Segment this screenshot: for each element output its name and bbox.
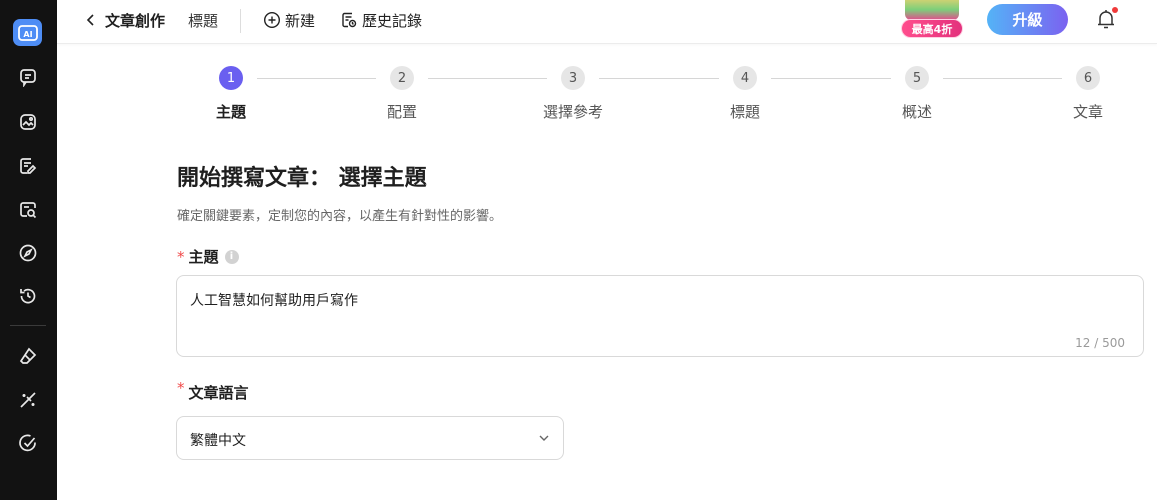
step-2[interactable]: 2 配置	[362, 66, 442, 122]
step-number: 4	[733, 66, 757, 90]
svg-text:AI: AI	[23, 30, 32, 39]
character-count: 12 / 500	[1075, 336, 1125, 350]
chat-icon[interactable]	[15, 64, 41, 90]
step-connector	[428, 78, 547, 79]
step-label: 文章	[1072, 103, 1103, 121]
required-mark: *	[177, 378, 185, 397]
language-label-text: 文章語言	[188, 384, 249, 402]
language-select[interactable]: 繁體中文	[176, 416, 564, 460]
step-5[interactable]: 5 概述	[877, 66, 957, 122]
step-label: 主題	[215, 103, 246, 121]
step-number: 3	[561, 66, 585, 90]
required-mark: *	[177, 247, 185, 266]
topic-input-value[interactable]: 人工智慧如何幫助用戶寫作	[190, 290, 358, 310]
step-connector	[599, 78, 719, 79]
step-3[interactable]: 3 選擇參考	[533, 66, 613, 122]
search-review-icon[interactable]	[15, 197, 41, 223]
step-4[interactable]: 4 標題	[705, 66, 785, 122]
compass-icon[interactable]	[15, 240, 41, 266]
step-number: 2	[390, 66, 414, 90]
app-logo-icon[interactable]: AI	[13, 19, 42, 46]
language-select-value: 繁體中文	[190, 433, 246, 449]
step-number: 1	[219, 66, 243, 90]
step-connector	[943, 78, 1062, 79]
topic-label: * 主題 i	[177, 246, 239, 267]
step-number: 6	[1076, 66, 1100, 90]
step-label: 選擇參考	[542, 103, 603, 121]
step-label: 概述	[901, 103, 932, 121]
step-1[interactable]: 1 主題	[191, 66, 271, 122]
check-circle-icon[interactable]	[15, 430, 41, 456]
form-title: 開始撰寫文章： 選擇主題	[177, 166, 427, 191]
history-icon[interactable]	[15, 283, 41, 309]
sidebar-divider	[10, 325, 46, 326]
topic-textarea[interactable]: 人工智慧如何幫助用戶寫作 12 / 500	[176, 275, 1144, 357]
topic-label-text: 主題	[188, 248, 219, 266]
step-label: 標題	[729, 103, 760, 121]
edit-document-icon[interactable]	[15, 153, 41, 179]
step-number: 5	[905, 66, 929, 90]
info-icon[interactable]: i	[224, 249, 239, 264]
progress-stepper: 1 主題 2 配置 3 選擇參考 4 標題 5 概述 6 文章	[57, 0, 1157, 130]
language-label: * 文章語言	[177, 378, 249, 403]
step-connector	[257, 78, 376, 79]
magic-pen-icon[interactable]	[15, 387, 41, 413]
eraser-icon[interactable]	[15, 343, 41, 369]
sidebar: AI	[0, 0, 57, 500]
chevron-down-icon	[539, 435, 549, 441]
form-description: 確定關鍵要素，定制您的內容，以產生有針對性的影響。	[177, 209, 503, 224]
image-icon[interactable]	[15, 109, 41, 135]
step-6[interactable]: 6 文章	[1048, 66, 1128, 122]
step-label: 配置	[386, 103, 417, 121]
step-connector	[771, 78, 891, 79]
